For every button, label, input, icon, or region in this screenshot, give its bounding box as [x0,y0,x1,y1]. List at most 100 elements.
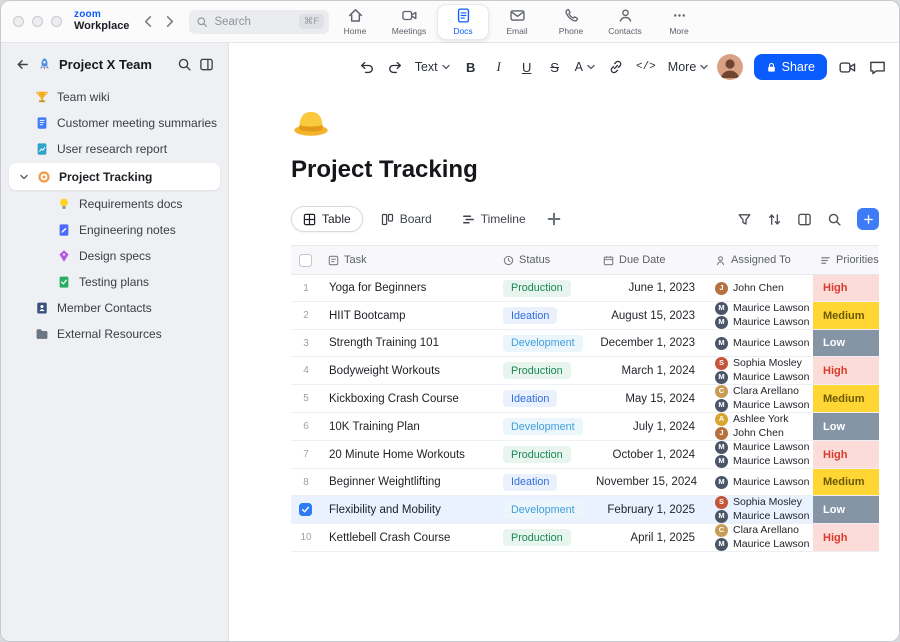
priority-cell[interactable]: Low [813,330,879,356]
sidebar-item-member-contacts[interactable]: Member Contacts [1,295,228,321]
status-cell[interactable]: Ideation [496,307,596,324]
column-header-status[interactable]: Status [496,254,596,266]
table-search-icon[interactable] [827,212,842,227]
forward-icon[interactable] [162,14,177,29]
row-select-cell[interactable]: 1 [291,283,321,294]
status-cell[interactable]: Production [496,446,596,463]
due-date-cell[interactable]: June 1, 2023 [596,282,708,294]
table-row[interactable]: 1Yoga for BeginnersProductionJune 1, 202… [291,275,879,302]
sidebar-item-customer-meeting-summaries[interactable]: Customer meeting summaries [1,110,228,136]
row-select-cell[interactable]: 3 [291,338,321,349]
add-view-icon[interactable] [546,211,562,227]
back-arrow-icon[interactable] [15,57,30,72]
code-button[interactable]: </> [636,61,656,73]
assigned-to-cell[interactable]: CClara ArellanoMMaurice Lawson [708,385,813,412]
priority-cell[interactable]: Low [813,496,879,523]
redo-icon[interactable] [387,59,403,75]
view-tab-timeline[interactable]: Timeline [450,206,538,232]
strikethrough-button[interactable]: S [547,60,563,75]
row-select-cell[interactable]: 10 [291,532,321,543]
due-date-cell[interactable]: May 15, 2024 [596,393,708,405]
video-call-icon[interactable] [838,58,857,77]
assigned-to-cell[interactable]: MMaurice Lawson [708,476,813,489]
row-select-cell[interactable]: 8 [291,477,321,488]
assigned-to-cell[interactable]: CClara ArellanoMMaurice Lawson [708,524,813,551]
due-date-cell[interactable]: August 15, 2023 [596,310,708,322]
close-window-button[interactable] [13,16,24,27]
user-avatar[interactable] [717,54,743,80]
due-date-cell[interactable]: July 1, 2024 [596,421,708,433]
priority-cell[interactable]: Low [813,413,879,440]
sidebar-item-testing-plans[interactable]: Testing plans [1,269,228,295]
sidebar-panel-icon[interactable] [199,57,214,72]
expand-panel-icon[interactable] [797,212,812,227]
sort-icon[interactable] [767,212,782,227]
assigned-to-cell[interactable]: MMaurice LawsonMMaurice Lawson [708,441,813,468]
text-color-dropdown[interactable]: A [575,60,596,74]
due-date-cell[interactable]: November 15, 2024 [596,476,708,488]
back-icon[interactable] [141,14,156,29]
table-row[interactable]: 3Strength Training 101DevelopmentDecembe… [291,330,879,357]
nav-tab-phone[interactable]: Phone [545,4,597,40]
task-cell[interactable]: 20 Minute Home Workouts [321,449,496,461]
priority-cell[interactable]: Medium [813,385,879,412]
priority-cell[interactable]: Medium [813,469,879,495]
sidebar-item-user-research-report[interactable]: User research report [1,136,228,162]
nav-tab-home[interactable]: Home [329,4,381,40]
status-cell[interactable]: Development [496,418,596,435]
table-row[interactable]: 720 Minute Home WorkoutsProductionOctobe… [291,441,879,469]
row-checkbox-checked[interactable] [299,503,312,516]
row-select-cell[interactable]: 6 [291,421,321,432]
task-cell[interactable]: 10K Training Plan [321,421,496,433]
column-header-assigned-to[interactable]: Assigned To [708,254,813,266]
status-cell[interactable]: Production [496,362,596,379]
status-cell[interactable]: Ideation [496,474,596,491]
view-tab-board[interactable]: Board [369,206,444,232]
more-formatting-dropdown[interactable]: More [668,60,709,74]
assigned-to-cell[interactable]: SSophia MosleyMMaurice Lawson [708,357,813,384]
assigned-to-cell[interactable]: AAshlee YorkJJohn Chen [708,413,813,440]
row-select-cell[interactable]: 4 [291,365,321,376]
row-select-cell[interactable]: 2 [291,310,321,321]
table-row[interactable]: Flexibility and MobilityDevelopmentFebru… [291,496,879,524]
add-row-button[interactable] [857,208,879,230]
due-date-cell[interactable]: March 1, 2024 [596,365,708,377]
table-row[interactable]: 610K Training PlanDevelopmentJuly 1, 202… [291,413,879,441]
status-cell[interactable]: Production [496,280,596,297]
priority-cell[interactable]: High [813,524,879,551]
sidebar-item-external-resources[interactable]: External Resources [1,321,228,347]
italic-button[interactable]: I [491,59,507,75]
task-cell[interactable]: Strength Training 101 [321,337,496,349]
sidebar-item-team-wiki[interactable]: Team wiki [1,84,228,110]
column-header-task[interactable]: Task [321,254,496,266]
sidebar-search-icon[interactable] [177,57,192,72]
underline-button[interactable]: U [519,60,535,75]
row-select-cell[interactable]: 5 [291,393,321,404]
status-cell[interactable]: Development [496,501,596,518]
task-cell[interactable]: Beginner Weightlifting [321,476,496,488]
task-cell[interactable]: Bodyweight Workouts [321,365,496,377]
task-cell[interactable]: Yoga for Beginners [321,282,496,294]
task-cell[interactable]: Kickboxing Crash Course [321,393,496,405]
due-date-cell[interactable]: April 1, 2025 [596,532,708,544]
priority-cell[interactable]: High [813,357,879,384]
maximize-window-button[interactable] [51,16,62,27]
assigned-to-cell[interactable]: MMaurice Lawson [708,337,813,350]
text-style-dropdown[interactable]: Text [415,60,451,74]
task-cell[interactable]: Kettlebell Crash Course [321,532,496,544]
link-icon[interactable] [608,59,624,75]
column-header-priorities[interactable]: Priorities [813,254,879,266]
filter-icon[interactable] [737,212,752,227]
nav-tab-more[interactable]: More [653,4,705,40]
undo-icon[interactable] [359,59,375,75]
priority-cell[interactable]: High [813,441,879,468]
task-cell[interactable]: Flexibility and Mobility [321,504,496,516]
priority-cell[interactable]: High [813,275,879,301]
select-all-checkbox[interactable] [299,254,312,267]
minimize-window-button[interactable] [32,16,43,27]
assigned-to-cell[interactable]: MMaurice LawsonMMaurice Lawson [708,302,813,329]
nav-tab-contacts[interactable]: Contacts [599,4,651,40]
status-cell[interactable]: Production [496,529,596,546]
nav-tab-docs[interactable]: Docs [437,4,489,40]
status-cell[interactable]: Development [496,335,596,352]
